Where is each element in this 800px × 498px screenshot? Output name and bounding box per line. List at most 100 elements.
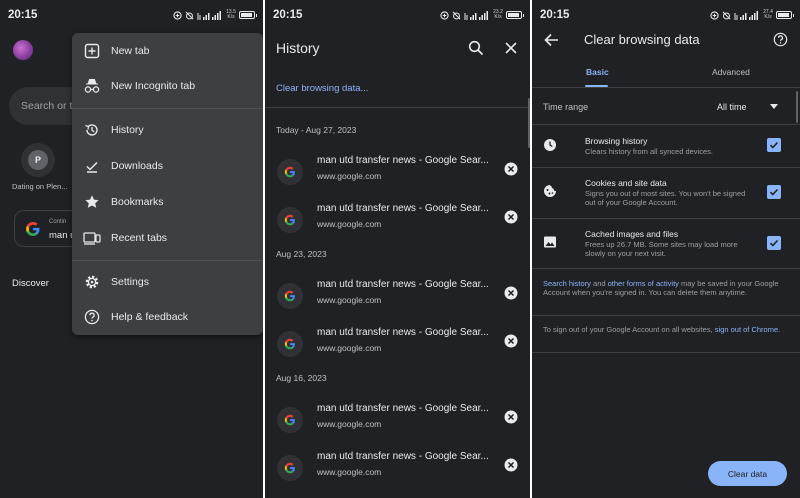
battery-icon [506,11,524,19]
status-time: 20:15 [540,9,570,21]
history-entry-url: www.google.com [317,219,382,229]
checkmark-icon [769,188,779,196]
remove-entry-icon[interactable] [504,458,518,472]
history-entry[interactable]: man utd transfer news - Google Sear... w… [265,451,530,491]
clear-browsing-data-link[interactable]: Clear browsing data... [276,83,368,94]
settings-gear-icon [85,275,99,289]
dropdown-caret-icon[interactable] [770,104,778,109]
scrollbar[interactable] [796,91,798,123]
overflow-menu: New tab New Incognito tab History Downlo… [72,33,263,335]
tab-basic[interactable]: Basic [586,67,609,77]
menu-item-label: New Incognito tab [111,80,196,92]
signal-icon [734,10,758,20]
remove-entry-icon[interactable] [504,162,518,176]
google-g-icon [284,414,295,426]
status-icons: 23.2 K/s [440,10,524,20]
history-date-header: Today - Aug 27, 2023 [276,125,357,135]
menu-item-downloads[interactable]: Downloads [72,151,263,181]
history-entry-title: man utd transfer news - Google Sear... [317,203,489,214]
option-description: Signs you out of most sites. You won't b… [585,189,746,207]
history-entry-url: www.google.com [317,467,382,477]
clear-browsing-data-screen: 20:15 27.4 K/s Clear browsing data Basic… [532,0,800,498]
divider [532,87,800,88]
profile-avatar[interactable] [13,40,33,60]
incognito-icon [84,79,100,93]
menu-item-incognito[interactable]: New Incognito tab [72,71,263,101]
divider [532,218,800,219]
menu-divider [72,260,263,261]
checkbox[interactable] [767,236,781,250]
history-entry[interactable]: man utd transfer news - Google Sear... w… [265,327,530,367]
menu-item-label: Settings [111,276,149,288]
history-entry-url: www.google.com [317,343,382,353]
history-entry[interactable]: man utd transfer news - Google Sear... w… [265,279,530,319]
data-saver-icon [710,10,719,20]
clear-data-button[interactable]: Clear data [708,461,787,486]
menu-item-settings[interactable]: Settings [72,267,263,297]
scrollbar[interactable] [528,98,530,148]
back-arrow-icon[interactable] [544,33,559,47]
shortcut-letter: P [28,150,48,170]
history-date-header: Aug 23, 2023 [276,249,327,259]
google-g-icon [26,222,40,236]
tab-advanced[interactable]: Advanced [712,67,750,77]
history-entry[interactable]: man utd transfer news - Google Sear... w… [265,155,530,195]
menu-item-label: New tab [111,45,150,57]
menu-item-bookmarks[interactable]: Bookmarks [72,187,263,217]
downloads-icon [86,161,98,173]
google-g-icon [284,338,295,350]
battery-icon [776,11,794,19]
remove-entry-icon[interactable] [504,210,518,224]
history-entry-title: man utd transfer news - Google Sear... [317,327,489,338]
menu-item-label: History [111,124,144,136]
status-bar: 20:15 27.4 K/s [532,0,800,30]
status-icons: 13.5 K/s [173,9,257,20]
menu-item-history[interactable]: History [72,115,263,145]
history-icon [85,124,98,136]
divider [532,167,800,168]
discover-heading: Discover [12,278,49,289]
search-icon[interactable] [468,40,484,56]
remove-entry-icon[interactable] [504,410,518,424]
sign-out-note: To sign out of your Google Account on al… [543,325,789,335]
note-text: . [778,325,781,334]
history-entry-url: www.google.com [317,295,382,305]
continue-label: Contin [49,219,67,225]
image-icon [544,236,556,248]
help-icon[interactable] [773,32,788,47]
history-entry-title: man utd transfer news - Google Sear... [317,155,489,166]
new-tab-icon [84,43,100,59]
option-description: Frees up 26.7 MB. Some sites may load mo… [585,240,738,258]
network-speed: 13.5 K/s [226,9,236,20]
shortcut-tile[interactable]: P [21,143,55,177]
remove-entry-icon[interactable] [504,286,518,300]
checkbox[interactable] [767,185,781,199]
checkbox[interactable] [767,138,781,152]
site-favicon [277,331,303,357]
menu-item-new-tab[interactable]: New tab [72,36,263,66]
menu-item-recent-tabs[interactable]: Recent tabs [72,223,263,253]
divider [532,352,800,353]
history-entry[interactable]: man utd transfer news - Google Sear... w… [265,203,530,243]
google-g-icon [284,290,295,302]
alarm-off-icon [722,11,731,19]
divider [532,268,800,269]
history-entry[interactable]: man utd transfer news - Google Sear... w… [265,403,530,443]
status-icons: 27.4 K/s [710,9,794,20]
close-icon[interactable] [504,41,518,55]
note-text: To sign out of your Google Account on al… [543,325,715,334]
site-favicon [277,159,303,185]
menu-item-help-feedback[interactable]: Help & feedback [72,302,263,332]
battery-icon [239,11,257,19]
recent-tabs-icon [83,232,101,245]
option-description: Clears history from all synced devices. [585,147,713,156]
time-range-dropdown[interactable]: All time [717,102,747,112]
checkmark-icon [769,239,779,247]
sign-out-link[interactable]: sign out of Chrome [715,325,778,334]
site-favicon [277,455,303,481]
data-saver-icon [440,10,449,20]
google-g-icon [284,166,295,178]
history-entry-title: man utd transfer news - Google Sear... [317,451,489,462]
network-speed: 27.4 K/s [763,9,773,20]
remove-entry-icon[interactable] [504,334,518,348]
